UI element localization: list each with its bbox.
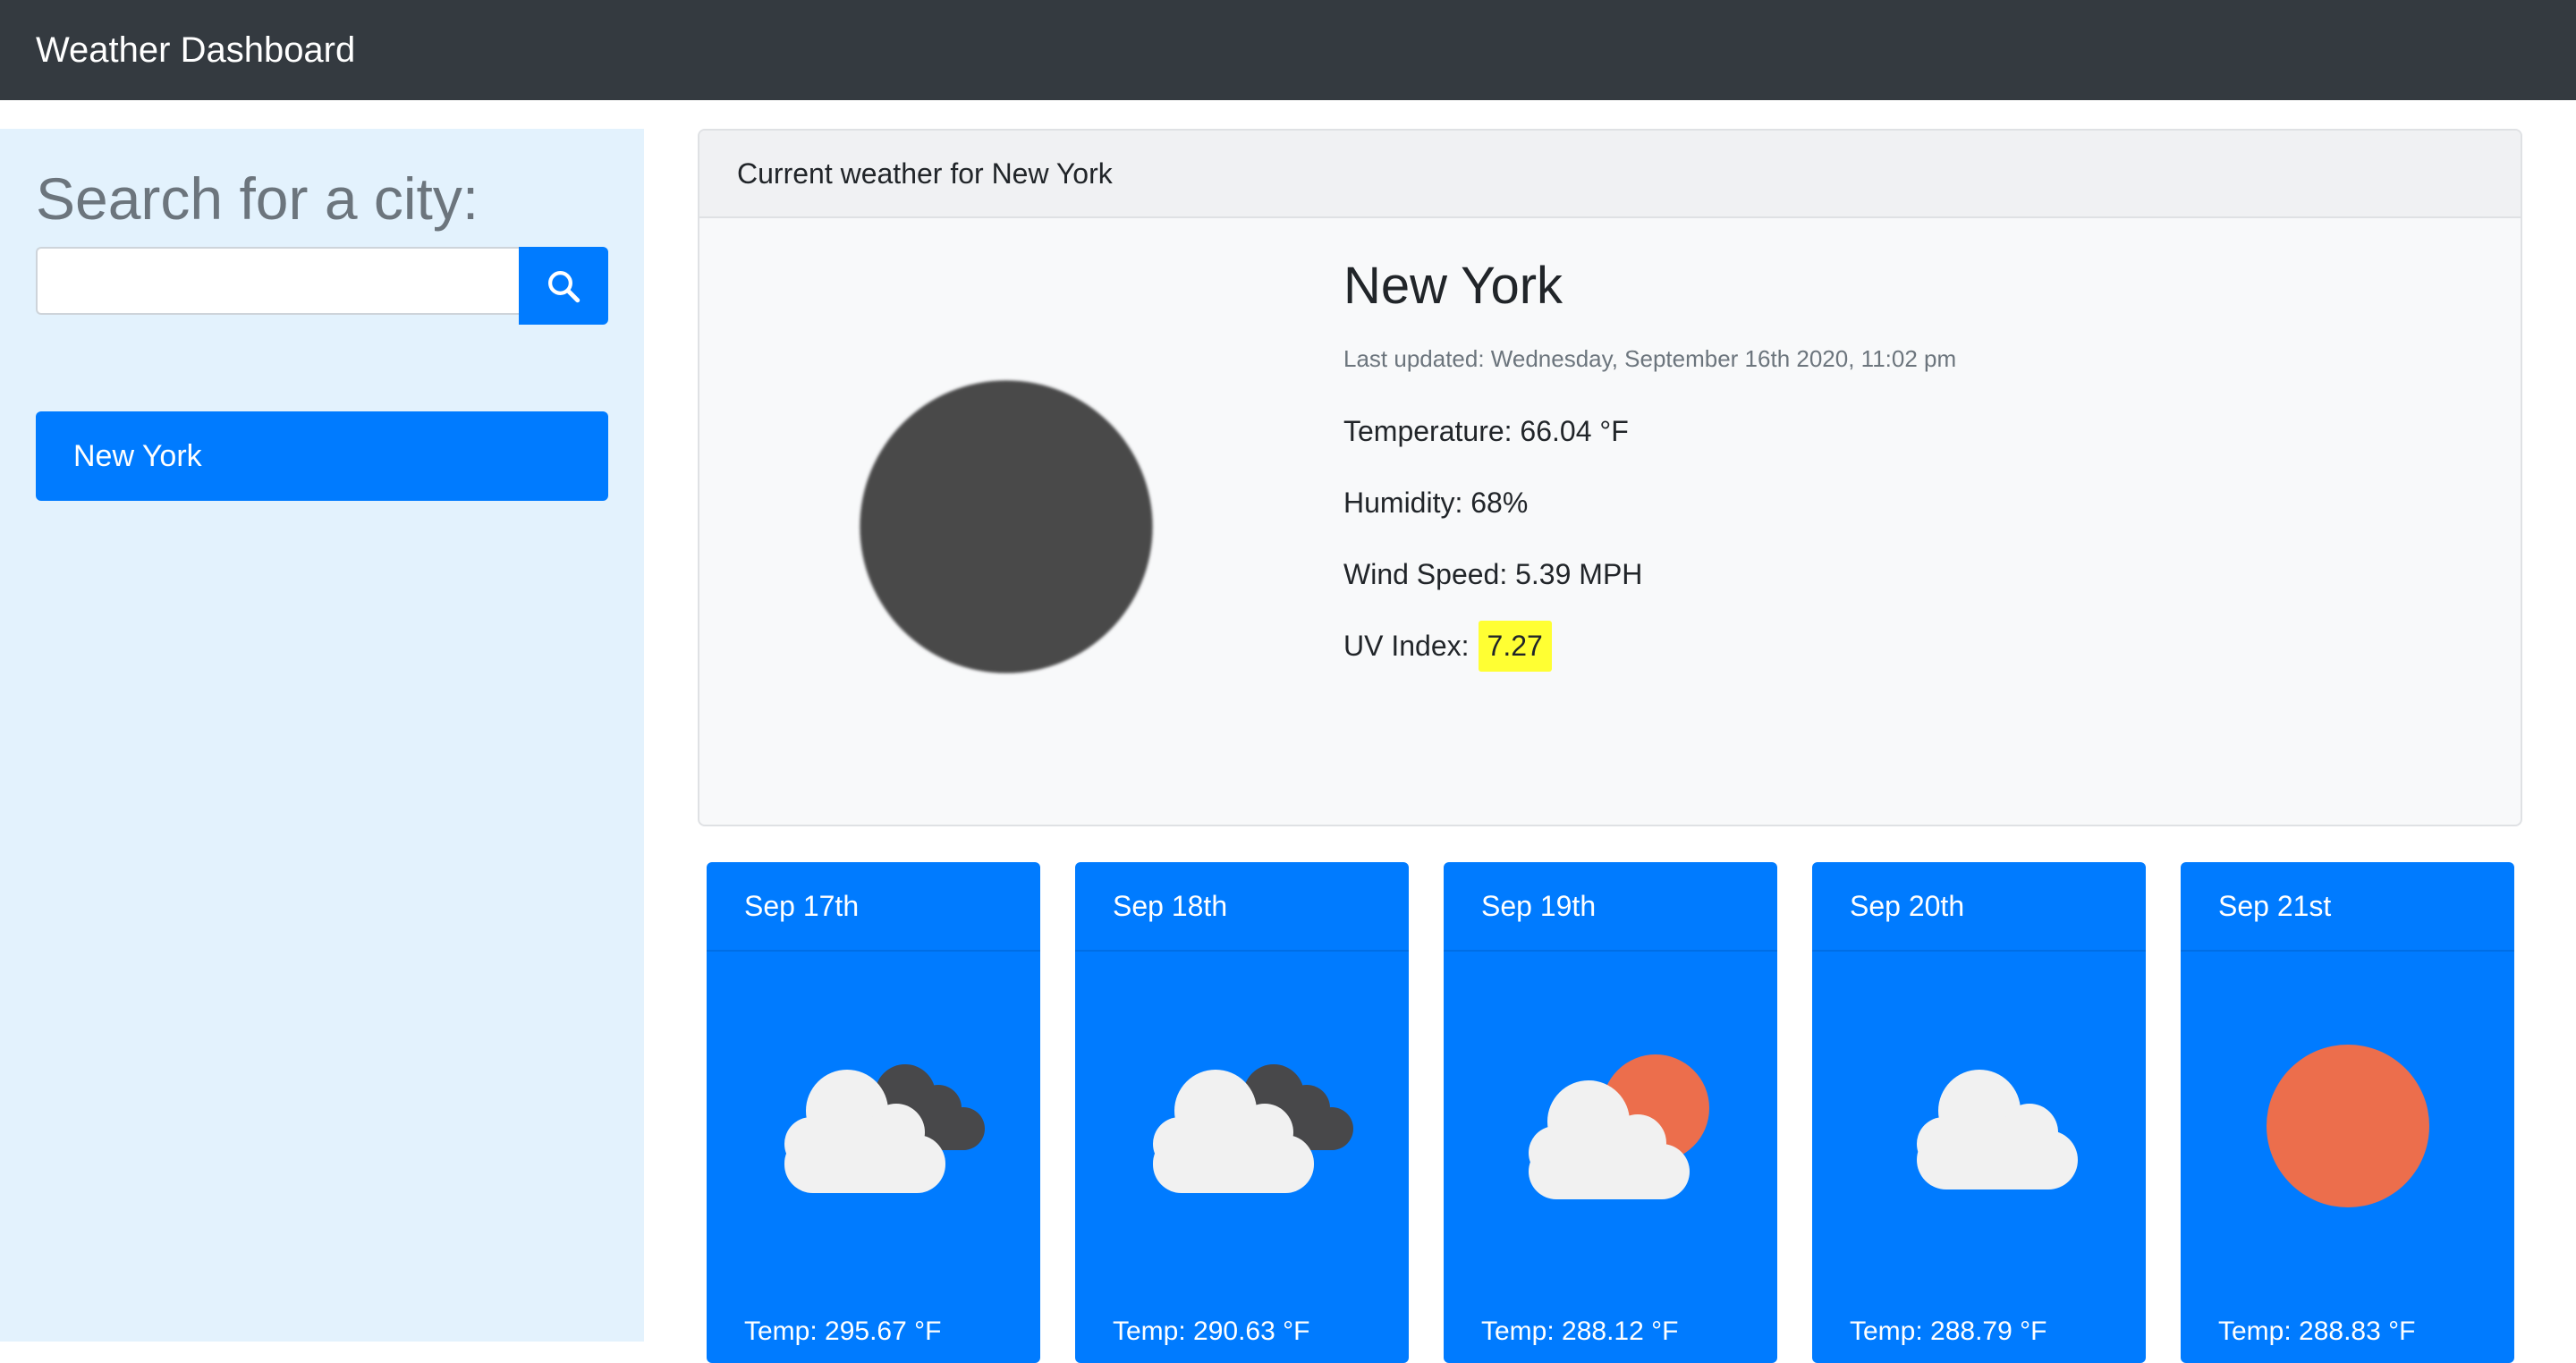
forecast-card: Sep 17th Temp: 295.67 °F [707, 862, 1040, 1363]
cloud-icon [1916, 1070, 2078, 1189]
forecast-date: Sep 19th [1481, 889, 1597, 922]
wind-speed-text: Wind Speed: 5.39 MPH [1343, 558, 1643, 590]
current-weather-header: Current weather for New York [699, 131, 2521, 218]
forecast-temp: Temp: 288.83 °F [2218, 1316, 2416, 1346]
forecast-card: Sep 21st Temp: 288.83 °F [2181, 862, 2514, 1363]
search-input[interactable] [36, 247, 520, 315]
dark-circle-icon [860, 380, 1153, 673]
uv-index-label: UV Index: [1343, 630, 1470, 662]
forecast-date: Sep 18th [1113, 889, 1228, 922]
forecast-temp: Temp: 290.63 °F [1113, 1316, 1310, 1346]
current-city-name: New York [1343, 257, 1563, 315]
search-icon [548, 270, 580, 302]
humidity-text: Humidity: 68% [1343, 487, 1529, 519]
forecast-date-header: Sep 21st [2181, 862, 2514, 952]
cloud-sun-icon [1528, 1054, 1709, 1199]
forecast-date: Sep 20th [1850, 889, 1965, 922]
forecast-date-header: Sep 20th [1812, 862, 2146, 952]
forecast-date-header: Sep 17th [707, 862, 1040, 952]
cloud-dark-cloud-icon [1152, 1064, 1353, 1193]
forecast-temp: Temp: 288.79 °F [1850, 1316, 2047, 1346]
search-heading: Search for a city: [36, 165, 479, 232]
cloud-dark-cloud-icon [784, 1064, 985, 1193]
forecast-card: Sep 18th Temp: 290.63 °F [1075, 862, 1409, 1363]
forecast-card: Sep 19th Temp: 288.12 °F [1444, 862, 1777, 1363]
forecast-date: Sep 17th [744, 889, 860, 922]
temperature-text: Temperature: 66.04 °F [1343, 415, 1629, 447]
last-updated-text: Last updated: Wednesday, September 16th … [1343, 345, 1957, 372]
forecast-date-header: Sep 18th [1075, 862, 1409, 952]
forecast-date: Sep 21st [2218, 889, 2332, 922]
sun-icon [2266, 1045, 2429, 1207]
forecast-card: Sep 20th Temp: 288.79 °F [1812, 862, 2146, 1363]
uv-index-row: UV Index: 7.27 [1343, 621, 1552, 672]
forecast-temp: Temp: 288.12 °F [1481, 1316, 1679, 1346]
search-button[interactable] [519, 247, 608, 325]
city-history-new-york[interactable]: New York [36, 411, 608, 501]
current-weather-card: Current weather for New York New York La… [698, 129, 2522, 826]
navbar: Weather Dashboard [0, 0, 2576, 100]
uv-index-badge: 7.27 [1478, 621, 1552, 672]
navbar-brand[interactable]: Weather Dashboard [36, 30, 355, 71]
city-history-label: New York [73, 438, 202, 473]
forecast-temp: Temp: 295.67 °F [744, 1316, 942, 1346]
forecast-date-header: Sep 19th [1444, 862, 1777, 952]
current-weather-header-text: Current weather for New York [737, 157, 1113, 190]
